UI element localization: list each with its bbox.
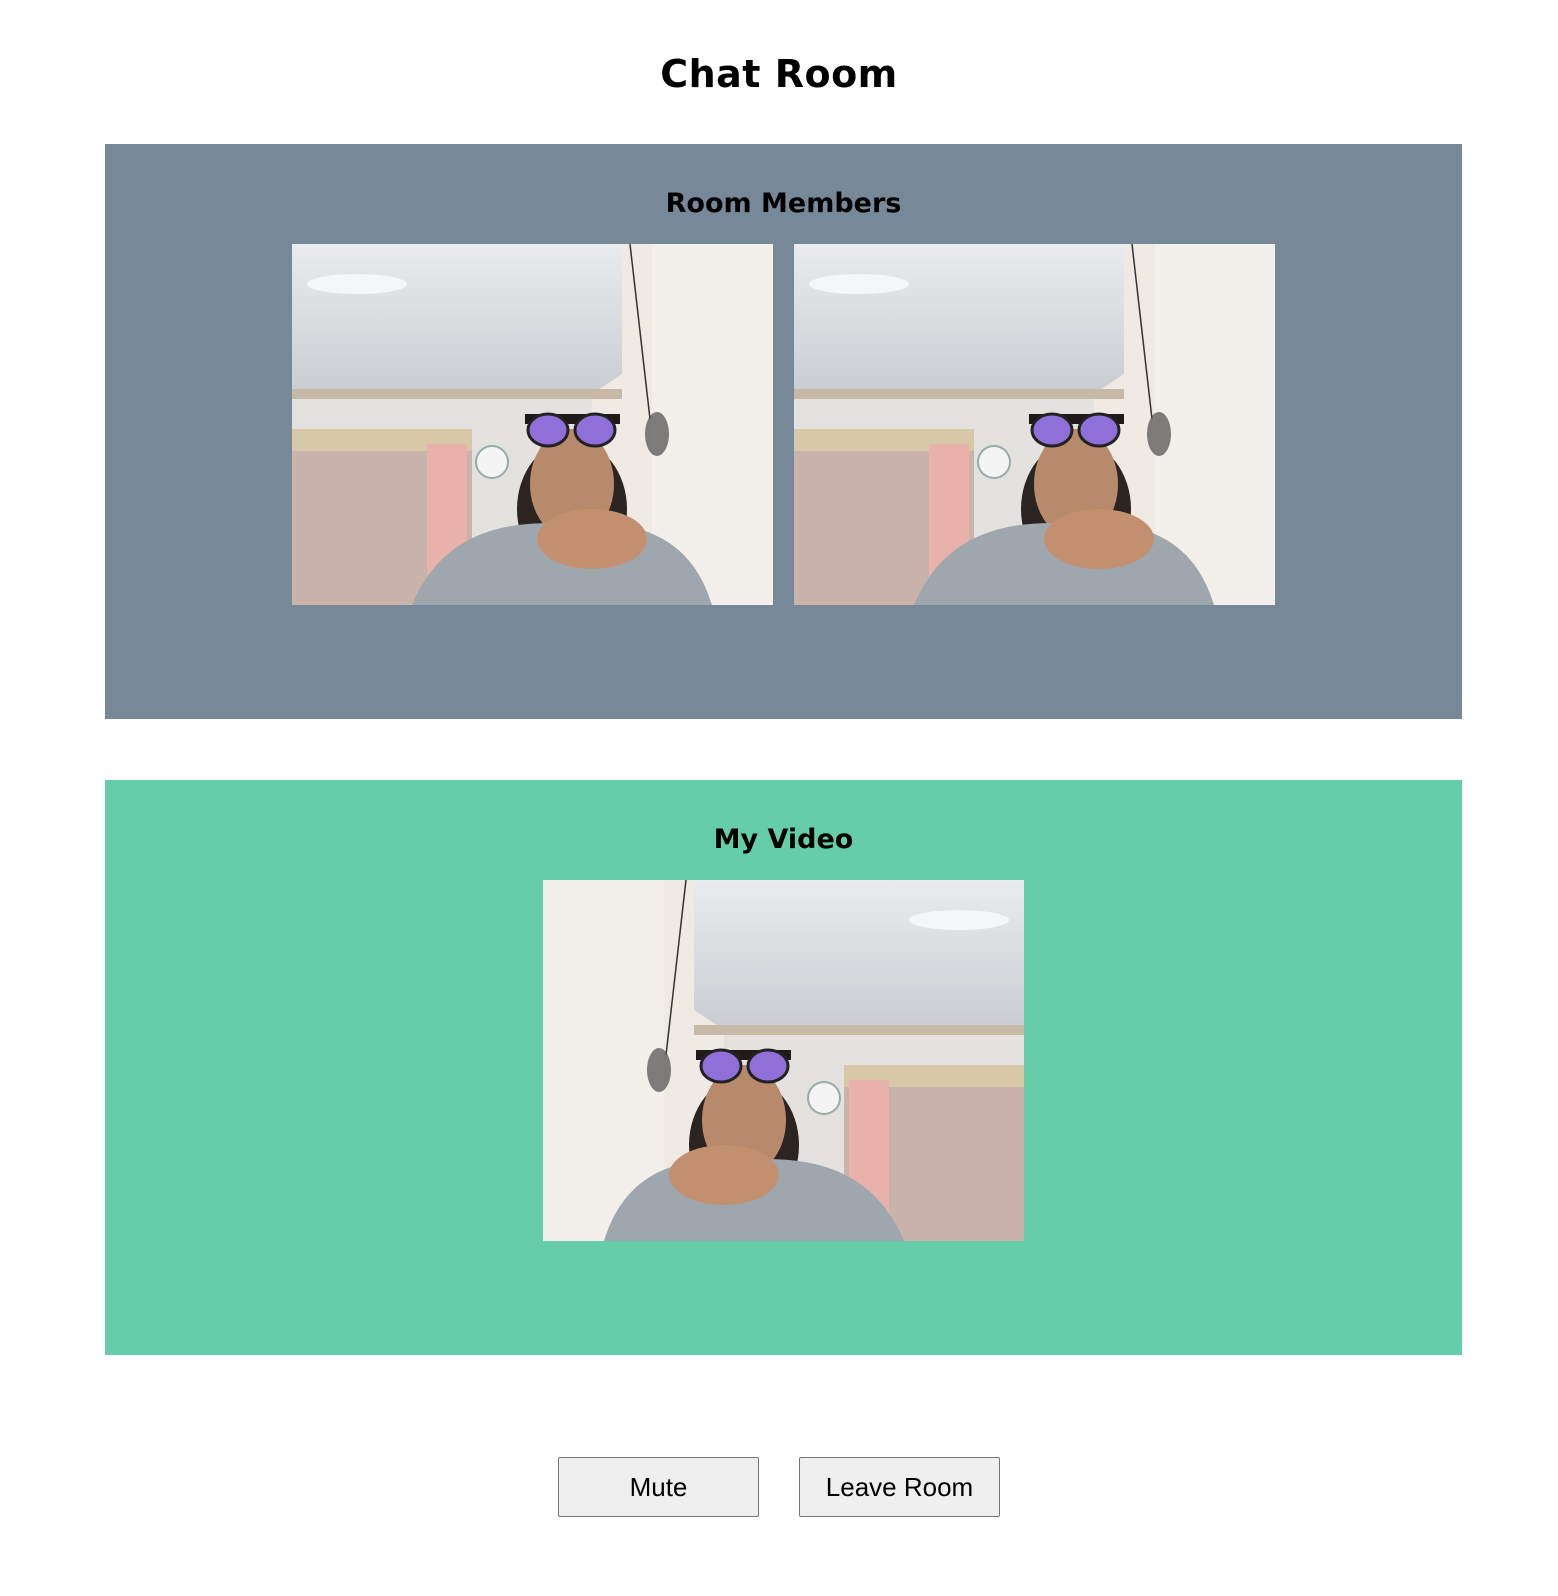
webcam-frame [543, 880, 1024, 1241]
webcam-frame [794, 244, 1275, 605]
call-controls: Mute Leave Room [0, 1457, 1558, 1517]
my-video-heading: My Video [713, 824, 854, 855]
page-title: Chat Room [660, 52, 898, 96]
room-members-heading: Room Members [665, 188, 902, 219]
my-video-panel: My Video [105, 780, 1462, 1355]
local-video [543, 880, 1024, 1241]
remote-video-1 [292, 244, 773, 605]
remote-video-2 [794, 244, 1275, 605]
room-members-panel: Room Members [105, 144, 1462, 719]
webcam-frame [292, 244, 773, 605]
leave-room-button[interactable]: Leave Room [799, 1457, 1000, 1517]
mute-button[interactable]: Mute [558, 1457, 759, 1517]
